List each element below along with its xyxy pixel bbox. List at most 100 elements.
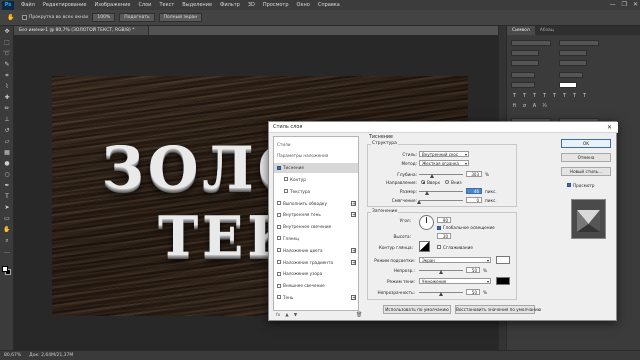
- style-item[interactable]: Контур: [274, 174, 358, 184]
- style-item-checkbox[interactable]: [277, 201, 281, 205]
- pen-tool-icon[interactable]: ✒: [0, 180, 14, 191]
- make-default-button[interactable]: Использовать по умолчанию: [383, 305, 451, 314]
- menu-select[interactable]: Выделение: [178, 2, 216, 8]
- style-dropdown[interactable]: Внутренний скос: [419, 151, 469, 157]
- close-icon[interactable]: ✕: [606, 124, 613, 131]
- style-item-checkbox[interactable]: [284, 189, 288, 194]
- hand-tool-icon[interactable]: ✋: [0, 224, 14, 235]
- add-style-instance-icon[interactable]: +: [351, 247, 356, 253]
- close-icon[interactable]: ✕: [633, 1, 638, 8]
- menu-window[interactable]: Окно: [293, 2, 314, 8]
- trash-icon[interactable]: 🗑: [356, 312, 362, 318]
- type-tool-icon[interactable]: T: [0, 191, 14, 202]
- minimize-icon[interactable]: —: [610, 1, 616, 8]
- kerning-field[interactable]: [511, 60, 539, 66]
- superscript-icon[interactable]: T: [551, 94, 558, 99]
- style-item[interactable]: Параметры наложения: [274, 151, 358, 161]
- menu-layers[interactable]: Слои: [134, 2, 155, 8]
- add-style-instance-icon[interactable]: +: [351, 294, 356, 300]
- add-style-instance-icon[interactable]: +: [351, 200, 356, 206]
- crop-tool-icon[interactable]: ⌗: [0, 70, 14, 81]
- font-family-field[interactable]: [511, 40, 551, 46]
- path-select-tool-icon[interactable]: ➤: [0, 202, 14, 213]
- blur-tool-icon[interactable]: ●: [0, 158, 14, 169]
- font-style-field[interactable]: [559, 40, 599, 46]
- menu-view[interactable]: Просмотр: [259, 2, 293, 8]
- full-screen-button[interactable]: Полный экран: [158, 13, 203, 22]
- healing-brush-tool-icon[interactable]: ✚: [0, 92, 14, 103]
- soften-slider[interactable]: [419, 200, 463, 201]
- antialias-checkbox[interactable]: [437, 245, 441, 249]
- menu-file[interactable]: Файл: [17, 2, 39, 8]
- menu-type[interactable]: Текст: [155, 2, 178, 8]
- style-item[interactable]: Глянец: [274, 233, 358, 243]
- global-light-checkbox[interactable]: [437, 226, 441, 230]
- menu-filter[interactable]: Фильтр: [216, 2, 244, 8]
- style-item[interactable]: Тень +: [274, 292, 358, 302]
- style-item[interactable]: Выполнить обводку +: [274, 198, 358, 208]
- more-tools-icon[interactable]: …: [0, 246, 14, 257]
- style-item[interactable]: Наложение узора: [274, 269, 358, 279]
- style-item[interactable]: Тиснение: [274, 162, 358, 173]
- menu-help[interactable]: Справка: [314, 2, 344, 8]
- cancel-button[interactable]: Отмена: [561, 153, 611, 162]
- gradient-tool-icon[interactable]: ▦: [0, 147, 14, 158]
- lasso-tool-icon[interactable]: ➰: [0, 48, 14, 59]
- small-caps-icon[interactable]: T: [541, 94, 548, 99]
- style-item-checkbox[interactable]: [277, 165, 281, 170]
- style-item[interactable]: Стили: [274, 139, 358, 149]
- eraser-tool-icon[interactable]: ▱: [0, 136, 14, 147]
- add-style-instance-icon[interactable]: +: [351, 212, 356, 218]
- highlight-mode-dropdown[interactable]: Экран: [419, 257, 491, 263]
- style-item-checkbox[interactable]: [277, 212, 281, 217]
- style-item-checkbox[interactable]: [277, 283, 281, 288]
- soften-slider-knob[interactable]: [417, 200, 421, 204]
- style-item-checkbox[interactable]: [277, 248, 281, 253]
- all-caps-icon[interactable]: T: [531, 94, 538, 99]
- vertical-scale-field[interactable]: [511, 72, 535, 78]
- highlight-opacity-input[interactable]: 50: [466, 267, 480, 273]
- faux-bold-icon[interactable]: T: [511, 94, 518, 99]
- ordinal-icon[interactable]: σ: [521, 104, 528, 109]
- swash-icon[interactable]: A: [531, 104, 538, 109]
- foreground-color-swatch[interactable]: [2, 266, 8, 272]
- eyedropper-tool-icon[interactable]: ⌇: [0, 81, 14, 92]
- depth-input[interactable]: 303: [466, 171, 482, 177]
- style-item[interactable]: Текстура: [274, 186, 358, 196]
- new-style-button[interactable]: Новый стиль...: [561, 167, 611, 176]
- angle-input[interactable]: 90: [437, 217, 451, 223]
- style-item[interactable]: Внутренняя тень +: [274, 210, 358, 220]
- menu-3d[interactable]: 3D: [244, 2, 259, 8]
- underline-icon[interactable]: T: [571, 94, 578, 99]
- scroll-all-windows-checkbox[interactable]: Прокрутка во всех окнах: [22, 15, 88, 20]
- add-style-instance-icon[interactable]: +: [351, 259, 356, 265]
- document-tab[interactable]: Без имени-1 @ 80,7% (ЗОЛОТОЙ ТЕКСТ, RGB/…: [14, 26, 149, 35]
- history-brush-tool-icon[interactable]: ↺: [0, 125, 14, 136]
- fit-screen-button[interactable]: Подогнать: [119, 13, 155, 22]
- gloss-contour-picker[interactable]: [419, 241, 430, 252]
- tracking-field[interactable]: [559, 60, 587, 66]
- faux-italic-icon[interactable]: T: [521, 94, 528, 99]
- shadow-mode-dropdown[interactable]: Умножение: [419, 278, 491, 284]
- ok-button[interactable]: OK: [561, 139, 611, 148]
- maximize-icon[interactable]: ❐: [622, 1, 627, 8]
- ligature-icon[interactable]: ﬁ: [511, 104, 518, 109]
- baseline-shift-field[interactable]: [511, 82, 535, 88]
- preview-checkbox[interactable]: [567, 183, 571, 187]
- font-size-field[interactable]: [511, 50, 539, 56]
- horizontal-scale-field[interactable]: [559, 72, 583, 78]
- shadow-color-swatch[interactable]: [496, 277, 510, 285]
- zoom-tool-icon[interactable]: ⌕: [0, 235, 14, 246]
- style-item[interactable]: Внутреннее свечение: [274, 222, 358, 232]
- shape-tool-icon[interactable]: ▭: [0, 213, 14, 224]
- tab-paragraph[interactable]: Абзац: [535, 26, 559, 35]
- dodge-tool-icon[interactable]: ○: [0, 169, 14, 180]
- marquee-tool-icon[interactable]: ⬚: [0, 37, 14, 48]
- subscript-icon[interactable]: T: [561, 94, 568, 99]
- angle-dial[interactable]: [419, 215, 434, 230]
- fraction-icon[interactable]: ½: [541, 104, 548, 109]
- size-input[interactable]: 46: [466, 188, 482, 194]
- move-tool-icon[interactable]: ✥: [0, 26, 14, 37]
- direction-up-radio[interactable]: [421, 180, 425, 184]
- style-item[interactable]: Наложение градиента +: [274, 257, 358, 267]
